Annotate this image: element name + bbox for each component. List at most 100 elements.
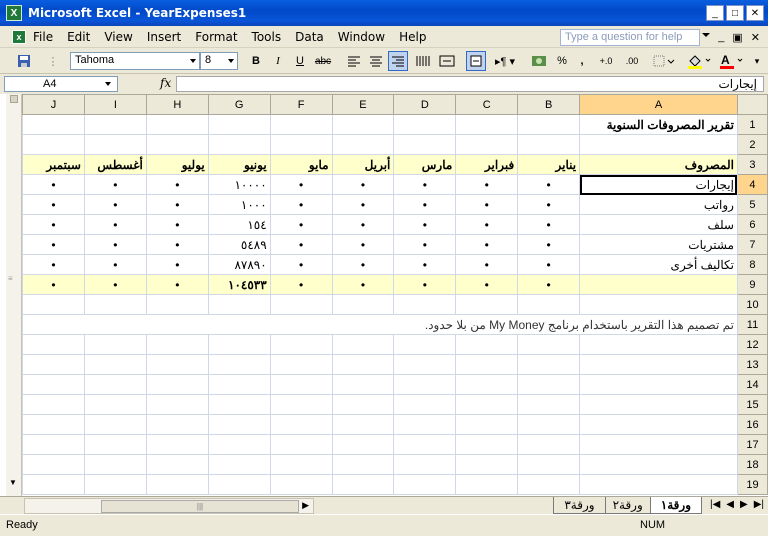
increase-decimal-button[interactable]: +.0 <box>594 51 618 71</box>
cell[interactable]: • <box>517 194 581 215</box>
close-button[interactable]: ✕ <box>746 5 764 21</box>
cell[interactable] <box>22 114 85 135</box>
cell[interactable]: • <box>145 234 209 255</box>
cell[interactable]: • <box>331 254 395 275</box>
cell[interactable] <box>83 134 147 155</box>
cell[interactable]: • <box>83 234 147 255</box>
percent-style-button[interactable]: % <box>552 51 572 71</box>
row-header[interactable]: 16 <box>736 414 768 435</box>
cell[interactable] <box>207 114 271 135</box>
currency-style-icon[interactable] <box>528 51 550 71</box>
doc-close-button[interactable]: ✕ <box>751 31 760 44</box>
align-left-icon[interactable] <box>344 51 364 71</box>
row-header[interactable]: 6 <box>736 214 768 235</box>
expense-label-cell[interactable]: سلف <box>579 214 738 235</box>
document-icon[interactable]: x <box>12 29 26 44</box>
menu-data[interactable]: Data <box>288 30 331 44</box>
cell[interactable]: • <box>83 174 147 195</box>
cell[interactable]: • <box>517 214 581 235</box>
ask-question-input[interactable]: Type a question for help <box>560 29 700 46</box>
cell[interactable] <box>207 294 271 315</box>
row-header[interactable]: 2 <box>736 134 768 155</box>
row-header[interactable]: 1 <box>736 114 768 135</box>
ask-dropdown-icon[interactable] <box>702 33 710 37</box>
borders-icon[interactable] <box>650 51 678 71</box>
cell[interactable]: • <box>269 214 333 235</box>
total-cell[interactable]: • <box>393 274 457 295</box>
cell[interactable]: • <box>269 194 333 215</box>
sheet-tab-3[interactable]: ورقة٣ <box>553 497 606 514</box>
cell[interactable]: • <box>393 234 457 255</box>
cell[interactable]: ١٥٤ <box>207 214 271 235</box>
cell[interactable] <box>579 294 738 315</box>
cell[interactable]: ٥٤٨٩ <box>207 234 271 255</box>
cell[interactable]: • <box>22 214 85 235</box>
cell[interactable] <box>331 294 395 315</box>
column-header-e[interactable]: E <box>331 94 395 115</box>
menu-file[interactable]: File <box>26 30 60 44</box>
cell[interactable] <box>145 114 209 135</box>
menu-insert[interactable]: Insert <box>140 30 188 44</box>
bold-button[interactable]: B <box>246 51 266 71</box>
cell[interactable] <box>579 134 738 155</box>
column-header-c[interactable]: C <box>455 94 519 115</box>
doc-minimize-button[interactable]: _ <box>718 31 724 44</box>
cell[interactable] <box>393 294 457 315</box>
total-cell[interactable]: • <box>331 274 395 295</box>
cell[interactable]: • <box>331 194 395 215</box>
cell[interactable] <box>269 294 333 315</box>
minimize-button[interactable]: _ <box>706 5 724 21</box>
toolbar-grip-icon[interactable]: ⋮ <box>48 51 59 71</box>
split-box[interactable] <box>10 95 18 103</box>
total-cell[interactable]: • <box>83 274 147 295</box>
cell[interactable]: • <box>83 194 147 215</box>
font-color-icon[interactable]: A <box>716 51 746 71</box>
cell[interactable]: • <box>517 234 581 255</box>
column-header-h[interactable]: H <box>145 94 209 115</box>
menu-help[interactable]: Help <box>392 30 433 44</box>
formula-input[interactable]: إيجارات <box>176 76 764 92</box>
column-header-a[interactable]: A <box>579 94 738 115</box>
font-size-select[interactable]: 8 <box>200 52 238 70</box>
header-cell[interactable]: فبراير <box>455 154 519 175</box>
merge-center-icon[interactable] <box>436 51 458 71</box>
cell[interactable] <box>269 114 333 135</box>
cell[interactable] <box>83 114 147 135</box>
row-header[interactable]: 17 <box>736 434 768 455</box>
toolbar-options-icon[interactable]: ▾ <box>750 51 764 71</box>
header-cell[interactable]: أبريل <box>331 154 395 175</box>
cell[interactable] <box>145 294 209 315</box>
total-cell[interactable]: • <box>455 274 519 295</box>
cell[interactable]: • <box>393 174 457 195</box>
underline-button[interactable]: U <box>290 51 310 71</box>
row-header[interactable]: 18 <box>736 454 768 475</box>
cell[interactable] <box>393 114 457 135</box>
cell[interactable]: • <box>455 174 519 195</box>
header-cell[interactable]: أغسطس <box>83 154 147 175</box>
column-header-b[interactable]: B <box>517 94 581 115</box>
row-header[interactable]: 4 <box>736 174 768 195</box>
cell[interactable]: • <box>269 234 333 255</box>
total-cell[interactable]: ١٠٤٥٣٣ <box>207 274 271 295</box>
decrease-decimal-button[interactable]: .00 <box>620 51 644 71</box>
cell[interactable]: • <box>22 194 85 215</box>
active-cell[interactable]: إيجارات <box>579 174 738 195</box>
font-name-select[interactable]: Tahoma <box>70 52 200 70</box>
cell[interactable]: • <box>517 174 581 195</box>
doc-restore-button[interactable]: ▣ <box>732 31 742 44</box>
cell[interactable]: • <box>145 214 209 235</box>
name-box[interactable]: A4 <box>4 76 118 92</box>
cell[interactable]: • <box>455 214 519 235</box>
menu-edit[interactable]: Edit <box>60 30 97 44</box>
expense-label-cell[interactable]: تكاليف أخرى <box>579 254 738 275</box>
cell[interactable]: • <box>269 174 333 195</box>
cell[interactable]: • <box>517 254 581 275</box>
total-cell[interactable]: • <box>145 274 209 295</box>
cell[interactable]: • <box>393 194 457 215</box>
expense-label-cell[interactable]: مشتريات <box>579 234 738 255</box>
row-header[interactable]: 8 <box>736 254 768 275</box>
row-header[interactable]: 15 <box>736 394 768 415</box>
row-header[interactable]: 3 <box>736 154 768 175</box>
header-cell[interactable]: يناير <box>517 154 581 175</box>
sheet-tab-2[interactable]: ورقة٢ <box>601 497 654 514</box>
